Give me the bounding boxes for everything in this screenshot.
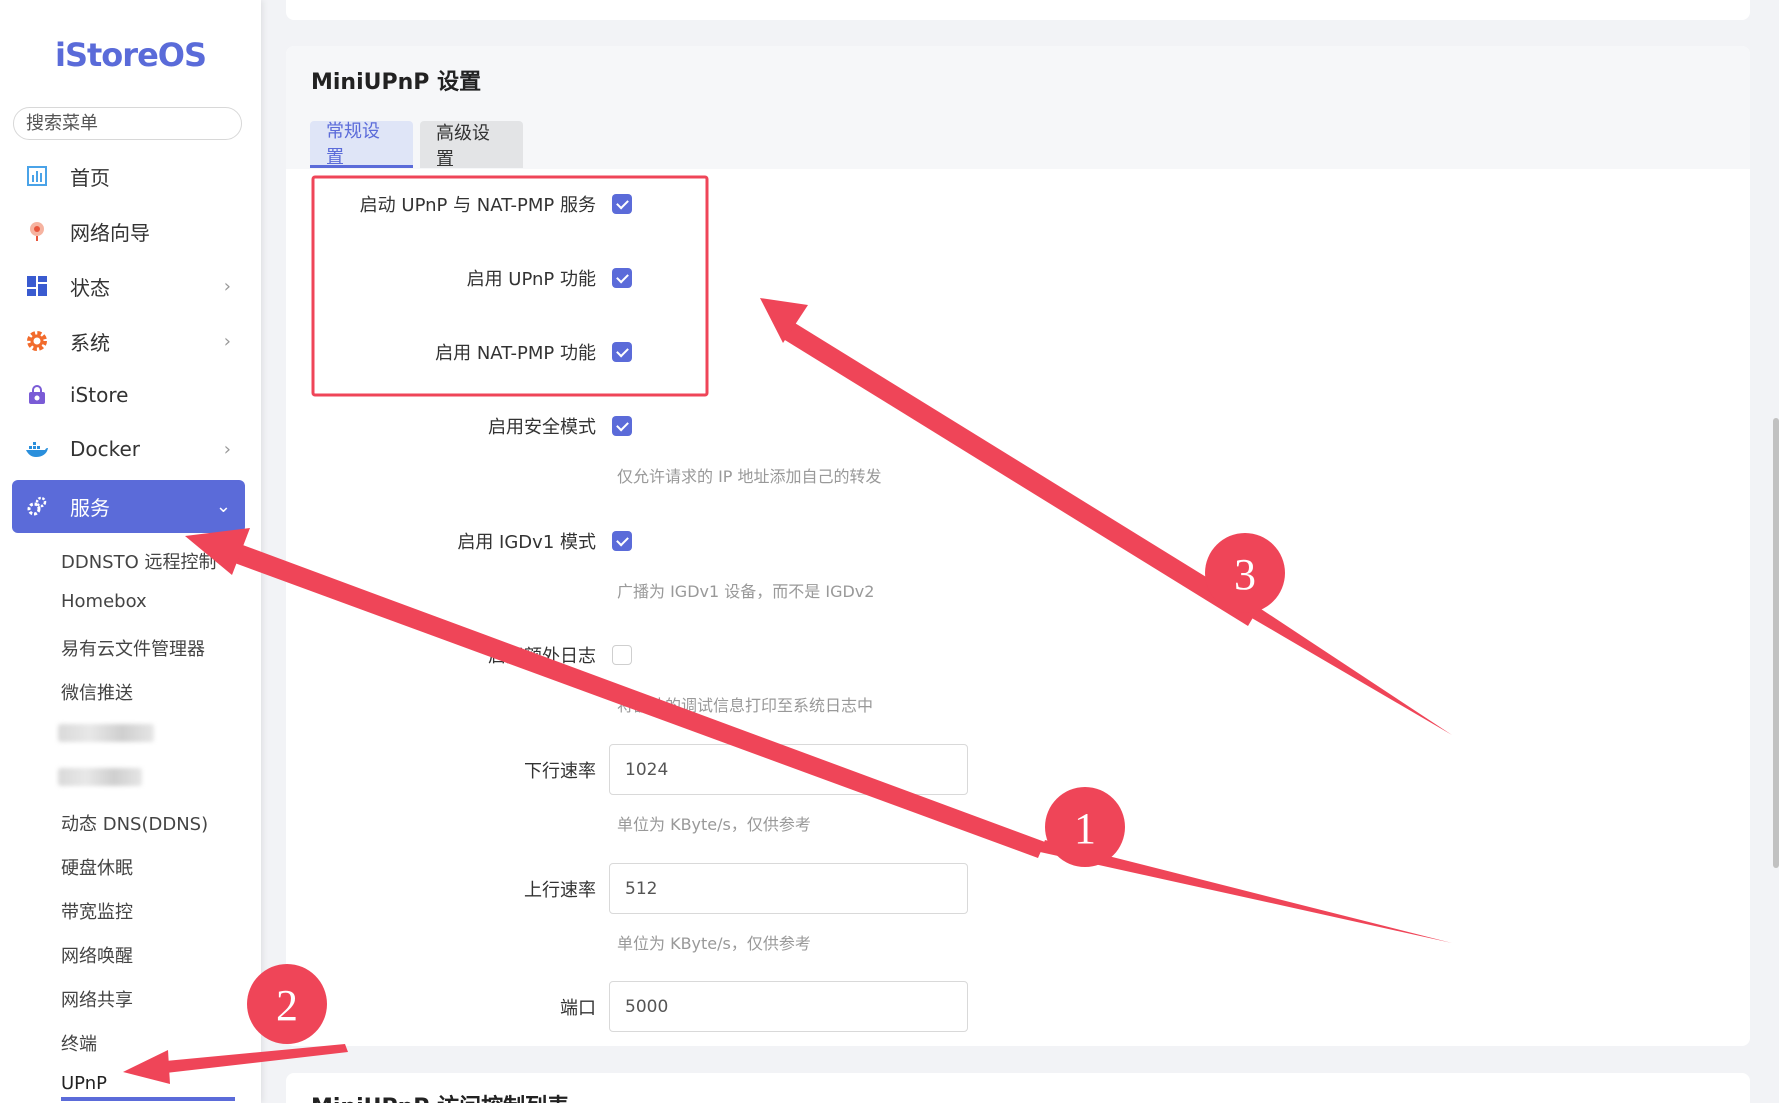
nav-label: 状态 (70, 275, 110, 300)
submenu-ddns[interactable]: 动态 DNS(DDNS) (61, 810, 208, 836)
tab-advanced[interactable]: 高级设置 (420, 121, 523, 170)
acl-title: MiniUPnP 访问控制列表 (311, 1089, 569, 1103)
upload-rate-label: 上行速率 (524, 880, 596, 901)
enable-natpmp-checkbox[interactable] (612, 342, 632, 362)
submenu-network-share[interactable]: 网络共享 (61, 986, 133, 1012)
chevron-right-icon: › (223, 275, 231, 297)
enable-natpmp-label: 启用 NAT-PMP 功能 (435, 343, 596, 364)
nav-item-istore[interactable]: iStore (12, 369, 245, 421)
upload-rate-help: 单位为 KByte/s，仅供参考 (617, 934, 811, 953)
nav-label: iStore (70, 383, 129, 407)
nav-label: 服务 (70, 496, 110, 520)
submenu-wechat-push[interactable]: 微信推送 (61, 679, 133, 705)
nav-item-system[interactable]: 系统 › (12, 315, 245, 367)
chart-icon (24, 163, 50, 189)
search-menu-input[interactable] (13, 107, 242, 140)
nav-label: 网络向导 (70, 220, 150, 245)
chevron-right-icon: › (223, 438, 231, 460)
igdv1-help: 广播为 IGDv1 设备，而不是 IGDv2 (617, 582, 875, 601)
nav-item-status[interactable]: 状态 › (12, 260, 245, 312)
active-submenu-indicator (61, 1097, 235, 1101)
secure-mode-checkbox[interactable] (612, 416, 632, 436)
enable-upnp-label: 启用 UPnP 功能 (466, 269, 596, 290)
submenu-wol[interactable]: 网络唤醒 (61, 942, 133, 968)
chevron-down-icon: ⌄ (215, 496, 231, 517)
dashboard-icon (24, 273, 50, 299)
secure-mode-label: 启用安全模式 (488, 417, 596, 438)
enable-service-checkbox[interactable] (612, 194, 632, 214)
upload-rate-input[interactable] (609, 863, 968, 914)
gear-icon (24, 328, 50, 354)
tab-general[interactable]: 常规设置 (310, 121, 413, 168)
nav-label: 系统 (70, 330, 110, 355)
nav-item-docker[interactable]: Docker › (12, 423, 245, 475)
page-title: MiniUPnP 设置 (311, 70, 482, 95)
download-rate-help: 单位为 KByte/s，仅供参考 (617, 815, 811, 834)
submenu-terminal[interactable]: 终端 (61, 1030, 97, 1056)
nav-item-home[interactable]: 首页 (12, 150, 245, 202)
extra-log-help: 将额外的调试信息打印至系统日志中 (617, 696, 874, 715)
redacted-menu-item[interactable] (58, 724, 154, 742)
port-input[interactable] (609, 981, 968, 1032)
igdv1-checkbox[interactable] (612, 531, 632, 551)
gears-icon (24, 494, 50, 520)
nav-item-wizard[interactable]: 网络向导 (12, 205, 245, 257)
nav-item-services[interactable]: 服务 ⌄ (12, 480, 245, 533)
nav-label: 首页 (70, 165, 110, 190)
enable-service-label: 启动 UPnP 与 NAT-PMP 服务 (359, 195, 596, 216)
submenu-yiyouyun[interactable]: 易有云文件管理器 (61, 635, 205, 661)
submenu-ddnsto[interactable]: DDNSTO 远程控制 (61, 548, 217, 574)
extra-log-label: 启用额外日志 (488, 646, 596, 667)
brand-logo: iStoreOS (54, 36, 207, 74)
shopping-bag-icon (24, 382, 50, 408)
docker-whale-icon (24, 436, 50, 462)
download-rate-input[interactable] (609, 744, 968, 795)
submenu-disk-sleep[interactable]: 硬盘休眠 (61, 854, 133, 880)
submenu-homebox[interactable]: Homebox (61, 591, 147, 612)
redacted-menu-item[interactable] (58, 768, 142, 786)
globe-pin-icon (24, 218, 50, 244)
port-label: 端口 (560, 998, 596, 1019)
nav-label: Docker (70, 437, 141, 461)
enable-upnp-checkbox[interactable] (612, 268, 632, 288)
scrollbar[interactable] (1773, 418, 1779, 868)
extra-log-checkbox[interactable] (612, 645, 632, 665)
secure-mode-help: 仅允许请求的 IP 地址添加自己的转发 (617, 467, 882, 486)
submenu-bandwidth[interactable]: 带宽监控 (61, 898, 133, 924)
submenu-upnp[interactable]: UPnP (61, 1073, 107, 1094)
download-rate-label: 下行速率 (524, 761, 596, 782)
igdv1-label: 启用 IGDv1 模式 (457, 532, 596, 553)
chevron-right-icon: › (223, 330, 231, 352)
previous-card (286, 0, 1750, 20)
